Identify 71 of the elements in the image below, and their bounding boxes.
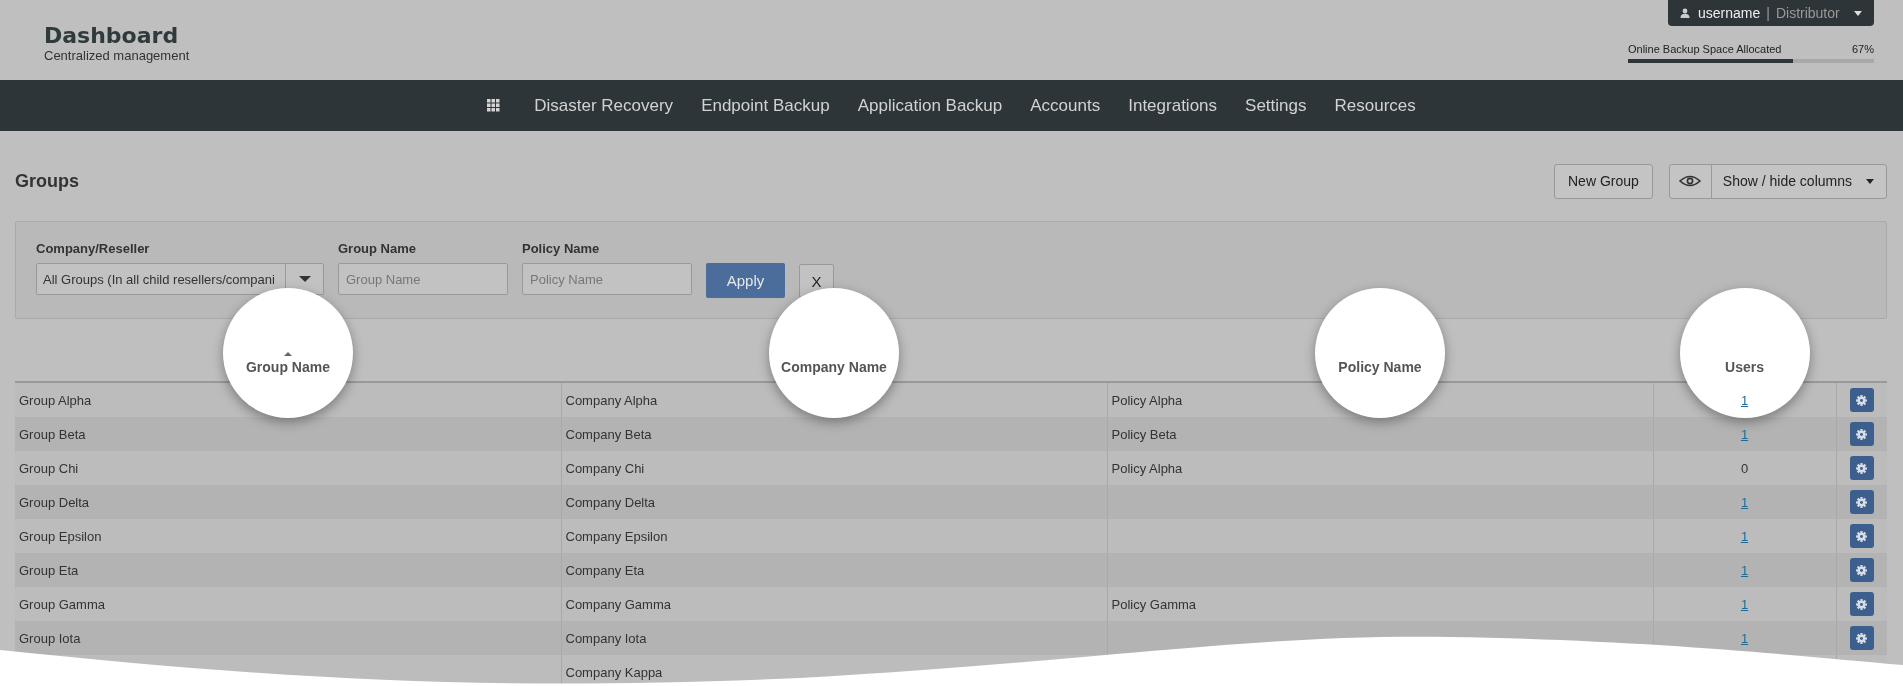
gear-icon — [1855, 597, 1869, 611]
storage-label: Online Backup Space Allocated — [1628, 43, 1782, 56]
table-cell: Group Chi — [19, 460, 79, 476]
table-cell: Company Alpha — [565, 392, 658, 408]
filter-label: Group Name — [338, 241, 417, 256]
app-subtitle: Centralized management — [44, 48, 190, 63]
nav-link[interactable]: Integrations — [1128, 95, 1218, 116]
column-header[interactable]: Policy Name — [1338, 359, 1422, 375]
table-cell: Company Gamma — [565, 596, 671, 612]
filter-label: Company/Reseller — [36, 241, 151, 256]
settings-button[interactable] — [1849, 388, 1874, 412]
table-cell: Company Beta — [565, 426, 652, 442]
table-cell: Policy Gamma — [1111, 596, 1197, 612]
settings-button[interactable] — [1849, 490, 1874, 514]
gear-icon — [1855, 529, 1869, 543]
table-cell: Company Delta — [565, 494, 656, 510]
table-cell: Group Alpha — [19, 392, 92, 408]
column-header[interactable]: Company Name — [781, 359, 887, 375]
settings-button[interactable] — [1849, 524, 1874, 548]
app-title: Dashboard — [44, 24, 180, 48]
apply-button[interactable]: Apply — [706, 263, 785, 298]
page-title: Groups — [15, 170, 79, 192]
nav-link[interactable]: Accounts — [1030, 95, 1101, 116]
table-cell: Policy Alpha — [1111, 460, 1183, 476]
caret-icon — [1866, 178, 1874, 184]
nav-link[interactable]: Resources — [1334, 95, 1416, 116]
table-cell: Company Eta — [565, 562, 645, 578]
nav-link[interactable]: Settings — [1245, 95, 1307, 116]
table-cell: Policy Alpha — [1111, 392, 1183, 408]
table-cell: Company Iota — [565, 630, 647, 646]
gear-icon — [1855, 427, 1869, 441]
settings-button[interactable] — [1849, 626, 1874, 650]
eye-icon — [1679, 175, 1702, 187]
nav-link[interactable]: Application Backup — [857, 95, 1003, 116]
settings-button[interactable] — [1849, 592, 1874, 616]
filter-label: Policy Name — [522, 241, 601, 256]
table-cell: Group Iota — [19, 630, 81, 646]
table-cell: Company Chi — [565, 460, 645, 476]
new-group-button[interactable]: New Group — [1554, 163, 1653, 199]
table-cell: Group Epsilon — [19, 528, 102, 544]
settings-button[interactable] — [1849, 558, 1874, 582]
gear-icon — [1855, 631, 1869, 645]
table-cell: Company Kappa — [565, 664, 663, 680]
settings-button[interactable] — [1849, 456, 1874, 480]
show-hide-columns-button[interactable]: Show / hide columns — [1668, 163, 1887, 199]
gear-icon — [1855, 393, 1869, 407]
users-count-link[interactable]: 1 — [1737, 392, 1752, 408]
table-cell: Group Delta — [19, 494, 90, 510]
company-select[interactable]: All Groups (In all child resellers/compani — [36, 263, 324, 295]
dropdown-caret-icon — [298, 276, 311, 282]
column-header[interactable]: Users — [1725, 359, 1764, 375]
caret-icon — [1854, 10, 1862, 16]
table-cell: Group Eta — [19, 562, 79, 578]
group-name-field[interactable]: Group Name — [338, 263, 508, 295]
table-cell: Policy Beta — [1111, 426, 1177, 442]
gear-icon — [1855, 563, 1869, 577]
nav-link[interactable]: Endpoint Backup — [701, 95, 830, 116]
settings-button[interactable] — [1849, 422, 1874, 446]
user-icon — [1680, 8, 1690, 18]
apps-grid-icon[interactable] — [487, 99, 501, 112]
gear-icon — [1855, 495, 1869, 509]
table-cell: Company Epsilon — [565, 528, 668, 544]
table-cell: Group Beta — [19, 426, 86, 442]
user-menu-button[interactable]: username | Distributor — [1668, 0, 1874, 26]
column-header[interactable]: Group Name — [246, 359, 330, 375]
nav-link[interactable]: Disaster Recovery — [534, 95, 674, 116]
gear-icon — [1855, 461, 1869, 475]
users-count: 0 — [1740, 460, 1749, 476]
policy-name-field[interactable]: Policy Name — [522, 263, 692, 295]
table-cell: Group Gamma — [19, 596, 105, 612]
storage-percent: 67% — [1851, 43, 1874, 56]
